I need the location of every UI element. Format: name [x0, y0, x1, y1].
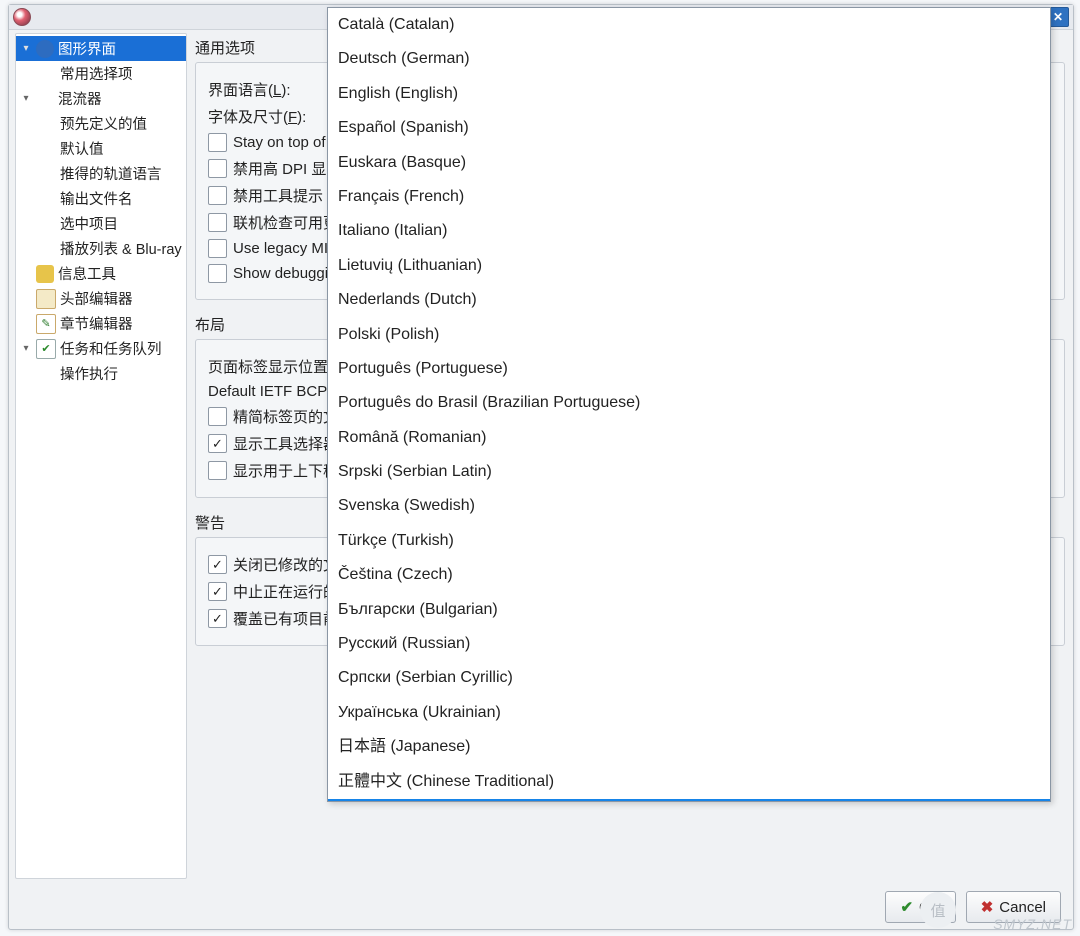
language-option[interactable]: Български (Bulgarian)	[328, 593, 1050, 627]
tree-item[interactable]: 默认值	[16, 136, 186, 161]
tree-item-label: 章节编辑器	[60, 313, 133, 334]
language-option[interactable]: Lietuvių (Lithuanian)	[328, 249, 1050, 283]
preferences-dialog: ✕ ▾图形界面常用选择项▾混流器预先定义的值默认值推得的轨道语言输出文件名选中项…	[8, 4, 1074, 930]
language-option[interactable]: Српски (Serbian Cyrillic)	[328, 661, 1050, 695]
tree-item-label: 常用选择项	[60, 63, 133, 84]
chevron-down-icon: ▾	[20, 43, 32, 54]
tree-item[interactable]: 输出文件名	[16, 186, 186, 211]
tree-item-label: 预先定义的值	[60, 113, 147, 134]
language-option[interactable]: 日本語 (Japanese)	[328, 730, 1050, 764]
checkbox[interactable]	[208, 582, 227, 601]
tree-item-label: 头部编辑器	[60, 288, 133, 309]
language-option[interactable]: Português do Brasil (Brazilian Portugues…	[328, 386, 1050, 420]
language-option[interactable]: Polski (Polish)	[328, 318, 1050, 352]
checkbox[interactable]	[208, 609, 227, 628]
language-dropdown-list[interactable]: Català (Catalan)Deutsch (German)English …	[327, 7, 1051, 802]
language-option[interactable]: 简体中文 (Chinese Simplified)	[328, 799, 1050, 802]
mixer-icon	[36, 90, 54, 108]
tree-item-label: 输出文件名	[60, 188, 133, 209]
tree-item[interactable]: 章节编辑器	[16, 311, 186, 336]
language-option[interactable]: Euskara (Basque)	[328, 146, 1050, 180]
language-option[interactable]: Türkçe (Turkish)	[328, 524, 1050, 558]
dialog-footer: ✔ OK ✖ Cancel	[9, 891, 1073, 923]
cancel-icon: ✖	[981, 898, 994, 916]
tree-item[interactable]: 播放列表 & Blu-ray	[16, 236, 186, 261]
checkbox[interactable]	[208, 186, 227, 205]
category-tree[interactable]: ▾ 图形界面常用选择项 ▾ 混流器预先定义的值默认值推得的轨道语言输出文件名选中项目播…	[15, 33, 187, 879]
language-option[interactable]: Español (Spanish)	[328, 111, 1050, 145]
tree-item-label: 混流器	[58, 88, 102, 109]
tree-item[interactable]: 信息工具	[16, 261, 186, 286]
checkbox[interactable]	[208, 461, 227, 480]
checkbox-label: 显示工具选择器	[233, 433, 338, 454]
tree-item[interactable]: 选中项目	[16, 211, 186, 236]
tree-item[interactable]: 预先定义的值	[16, 111, 186, 136]
tree-item[interactable]: ▾ 任务和任务队列	[16, 336, 186, 361]
jobs-icon	[36, 339, 56, 359]
tree-item-label: 选中项目	[60, 213, 118, 234]
chap-icon	[36, 314, 56, 334]
tree-item[interactable]: 常用选择项	[16, 61, 186, 86]
checkbox[interactable]	[208, 213, 227, 232]
language-option[interactable]: Srpski (Serbian Latin)	[328, 455, 1050, 489]
checkbox[interactable]	[208, 555, 227, 574]
tree-item-label: 默认值	[60, 138, 104, 159]
tree-item[interactable]: 推得的轨道语言	[16, 161, 186, 186]
checkbox[interactable]	[208, 264, 227, 283]
language-option[interactable]: Italiano (Italian)	[328, 214, 1050, 248]
app-icon	[13, 8, 31, 26]
chevron-down-icon: ▾	[20, 343, 32, 354]
language-option[interactable]: Українська (Ukrainian)	[328, 696, 1050, 730]
language-option[interactable]: English (English)	[328, 77, 1050, 111]
field-label: 页面标签显示位置:	[208, 356, 332, 377]
checkbox[interactable]	[208, 239, 227, 258]
tree-item-label: 播放列表 & Blu-ray	[60, 238, 182, 259]
globe-icon	[36, 40, 54, 58]
checkbox-label: 禁用工具提示	[233, 185, 323, 206]
language-option[interactable]: Deutsch (German)	[328, 42, 1050, 76]
language-option[interactable]: Català (Catalan)	[328, 8, 1050, 42]
checkbox[interactable]	[208, 133, 227, 152]
checkbox[interactable]	[208, 407, 227, 426]
head-icon	[36, 289, 56, 309]
checkbox[interactable]	[208, 159, 227, 178]
tree-item[interactable]: ▾ 混流器	[16, 86, 186, 111]
watermark-badge: 值	[920, 892, 956, 928]
language-option[interactable]: Português (Portuguese)	[328, 352, 1050, 386]
checkbox[interactable]	[208, 434, 227, 453]
tree-item[interactable]: ▾ 图形界面	[16, 36, 186, 61]
chevron-down-icon: ▾	[20, 93, 32, 104]
language-option[interactable]: Русский (Russian)	[328, 627, 1050, 661]
language-option[interactable]: Română (Romanian)	[328, 421, 1050, 455]
language-option[interactable]: Čeština (Czech)	[328, 558, 1050, 592]
field-label: 字体及尺寸(F):	[208, 106, 306, 127]
tree-item-label: 操作执行	[60, 363, 118, 384]
language-option[interactable]: Svenska (Swedish)	[328, 489, 1050, 523]
language-option[interactable]: Français (French)	[328, 180, 1050, 214]
field-label: 界面语言(L):	[208, 79, 291, 100]
watermark-text: SMYZ.NET	[993, 916, 1072, 932]
tree-item-label: 图形界面	[58, 38, 116, 59]
language-option[interactable]: Nederlands (Dutch)	[328, 283, 1050, 317]
tree-item[interactable]: 操作执行	[16, 361, 186, 386]
tree-item-label: 任务和任务队列	[60, 338, 162, 359]
info-icon	[36, 265, 54, 283]
language-option[interactable]: 正體中文 (Chinese Traditional)	[328, 765, 1050, 799]
ok-icon: ✔	[900, 898, 913, 916]
tree-item[interactable]: 头部编辑器	[16, 286, 186, 311]
cancel-button-label: Cancel	[999, 899, 1046, 916]
tree-item-label: 信息工具	[58, 263, 116, 284]
tree-item-label: 推得的轨道语言	[60, 163, 162, 184]
